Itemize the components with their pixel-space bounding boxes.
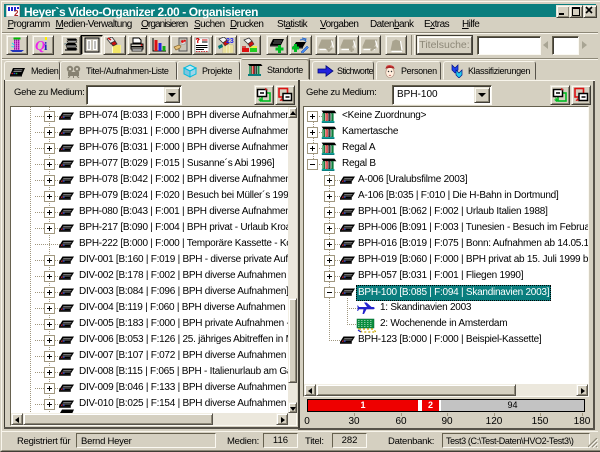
svg-text:i: i [44, 39, 48, 53]
svg-text:2: 2 [14, 9, 19, 17]
svg-text:23: 23 [226, 38, 234, 45]
